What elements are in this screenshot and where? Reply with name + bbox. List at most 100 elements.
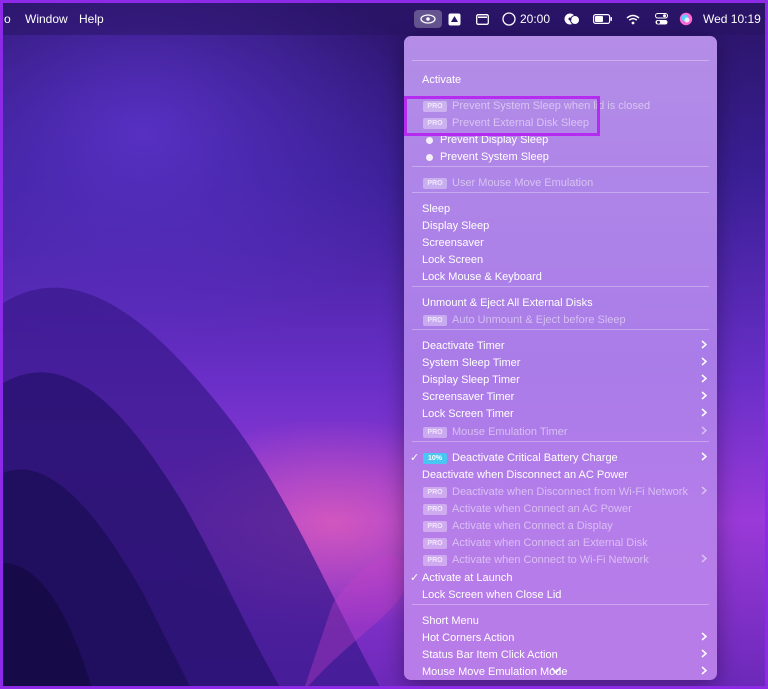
menu-item-label: Activate [422,72,461,89]
menu-item-label: Lock Mouse & Keyboard [422,269,542,286]
chevron-right-icon [701,552,707,569]
menu-item-deactivate-when-disconnect-from-wi-fi-network[interactable]: PRO Deactivate when Disconnect from Wi-Fi… [404,484,717,501]
menu-item-label: Hot Corners Action [422,630,514,647]
menu-separator [412,166,709,167]
radio-dot-icon [426,154,433,161]
battery-icon[interactable] [592,10,614,28]
chevron-down-icon[interactable] [551,666,561,676]
menu-item-label: Deactivate Critical Battery Charge [452,450,618,467]
menu-separator [412,329,709,330]
menu-item-sleep[interactable]: Sleep [404,201,717,218]
menu-item-deactivate-when-disconnect-an-ac-power[interactable]: Deactivate when Disconnect an AC Power [404,467,717,484]
menu-item-label: Lock Screen Timer [422,406,514,423]
menu-item-label: Screensaver Timer [422,389,514,406]
menu-item-hot-corners-action[interactable]: Hot Corners Action [404,630,717,647]
menu-item-label: Screensaver [422,235,484,252]
wifi-icon[interactable] [625,10,641,28]
menu-item-label: System Sleep Timer [422,355,520,372]
menu-separator [412,286,709,287]
menu-item-display-sleep-timer[interactable]: Display Sleep Timer [404,372,717,389]
menubar-window-menu[interactable]: Window [25,12,68,26]
menu-item-screensaver[interactable]: Screensaver [404,235,717,252]
menu-item-label: Activate at Launch [422,570,513,587]
menu-item-lock-screen-when-close-lid[interactable]: Lock Screen when Close Lid [404,587,717,604]
checkmark-icon: ✓ [410,450,419,467]
chevron-right-icon [701,406,707,423]
annotation-highlight-box [404,96,600,136]
screenshot-frame: o Window Help 20:00 Wed 10:19 [0,0,768,689]
battery-percent-badge: 10% [423,453,447,464]
checkmark-icon: ✓ [410,570,419,587]
chevron-right-icon [701,389,707,406]
menubar-help-menu[interactable]: Help [79,12,104,26]
siri-icon[interactable] [678,10,694,28]
menu-item-lock-mouse-keyboard[interactable]: Lock Mouse & Keyboard [404,269,717,286]
chevron-right-icon [701,338,707,355]
chevron-right-icon [701,630,707,647]
menu-item-label: Unmount & Eject All External Disks [422,295,593,312]
menubar-partial-item[interactable]: o [4,12,11,26]
drive-icon[interactable] [446,10,462,28]
menu-item-user-mouse-move-emulation[interactable]: PRO User Mouse Move Emulation [404,175,717,192]
menu-item-deactivate-timer[interactable]: Deactivate Timer [404,338,717,355]
menu-item-lock-screen[interactable]: Lock Screen [404,252,717,269]
pro-badge: PRO [423,538,447,549]
menu-item-activate-when-connect-an-ac-power[interactable]: PROActivate when Connect an AC Power [404,501,717,518]
menu-item-deactivate-critical-battery-charge[interactable]: ✓ 10% Deactivate Critical Battery Charge [404,450,717,467]
menu-separator [412,60,709,61]
menu-item-label: Prevent System Sleep [440,149,549,166]
radio-dot-icon [426,137,433,144]
menu-item-activate-when-connect-to-wi-fi-network[interactable]: PRO Activate when Connect to Wi-Fi Networ… [404,552,717,569]
menubar-datetime[interactable]: Wed 10:19 [703,12,761,26]
pro-badge: PRO [423,487,447,498]
menu-item-system-sleep-timer[interactable]: System Sleep Timer [404,355,717,372]
menu-item-label: Sleep [422,201,450,218]
menu-item-label: Activate when Connect a Display [452,518,613,535]
eye-icon[interactable] [414,10,442,28]
menu-item-activate[interactable]: Activate [404,72,717,89]
menu-item-label: Mouse Move Emulation Mode [422,664,568,680]
menu-item-auto-unmount-eject-before-sleep[interactable]: PROAuto Unmount & Eject before Sleep [404,312,717,329]
menubar-clock[interactable]: 20:00 [520,12,550,26]
menu-item-prevent-system-sleep[interactable]: Prevent System Sleep [404,149,717,166]
menu-item-label: Display Sleep [422,218,489,235]
menu-item-status-bar-item-click-action[interactable]: Status Bar Item Click Action [404,647,717,664]
menu-item-label: Deactivate when Disconnect an AC Power [422,467,628,484]
timer-circle-icon[interactable] [501,10,517,28]
menu-separator [412,192,709,193]
menu-item-activate-when-connect-a-display[interactable]: PRO Activate when Connect a Display [404,518,717,535]
menu-item-unmount-eject-all-external-disks[interactable]: Unmount & Eject All External Disks [404,295,717,312]
menu-item-label: Short Menu [422,613,479,630]
menu-bar: o Window Help 20:00 Wed 10:19 [3,3,768,35]
menu-item-activate-at-launch[interactable]: ✓Activate at Launch [404,570,717,587]
menu-item-display-sleep[interactable]: Display Sleep [404,218,717,235]
pro-badge: PRO [423,427,447,438]
menu-item-mouse-emulation-timer[interactable]: PROMouse Emulation Timer [404,424,717,441]
menu-item-label: Auto Unmount & Eject before Sleep [452,312,626,329]
pro-badge: PRO [423,521,447,532]
menu-item-screensaver-timer[interactable]: Screensaver Timer [404,389,717,406]
pro-badge: PRO [423,178,447,189]
pro-badge: PRO [423,555,447,566]
chevron-right-icon [701,484,707,501]
menu-item-label: Deactivate when Disconnect from Wi-Fi Ne… [452,484,688,501]
pro-badge: PRO [423,504,447,515]
chevron-right-icon [701,647,707,664]
menu-item-label: User Mouse Move Emulation [452,175,593,192]
menu-item-label: Activate when Connect to Wi-Fi Network [452,552,649,569]
menu-item-short-menu[interactable]: Short Menu [404,613,717,630]
chevron-right-icon [701,450,707,467]
menu-separator [412,604,709,605]
control-center-icon[interactable] [653,10,669,28]
menu-item-label: Lock Screen when Close Lid [422,587,561,604]
messenger-icon[interactable] [563,10,581,28]
chevron-right-icon [701,664,707,680]
window-icon[interactable] [474,10,490,28]
menu-item-lock-screen-timer[interactable]: Lock Screen Timer [404,406,717,423]
menu-item-activate-when-connect-an-external-disk[interactable]: PRO Activate when Connect an External Dis… [404,535,717,552]
chevron-right-icon [701,424,707,441]
chevron-right-icon [701,355,707,372]
menu-separator [412,441,709,442]
menu-item-label: Activate when Connect an External Disk [452,535,648,552]
menu-item-label: Lock Screen [422,252,483,269]
